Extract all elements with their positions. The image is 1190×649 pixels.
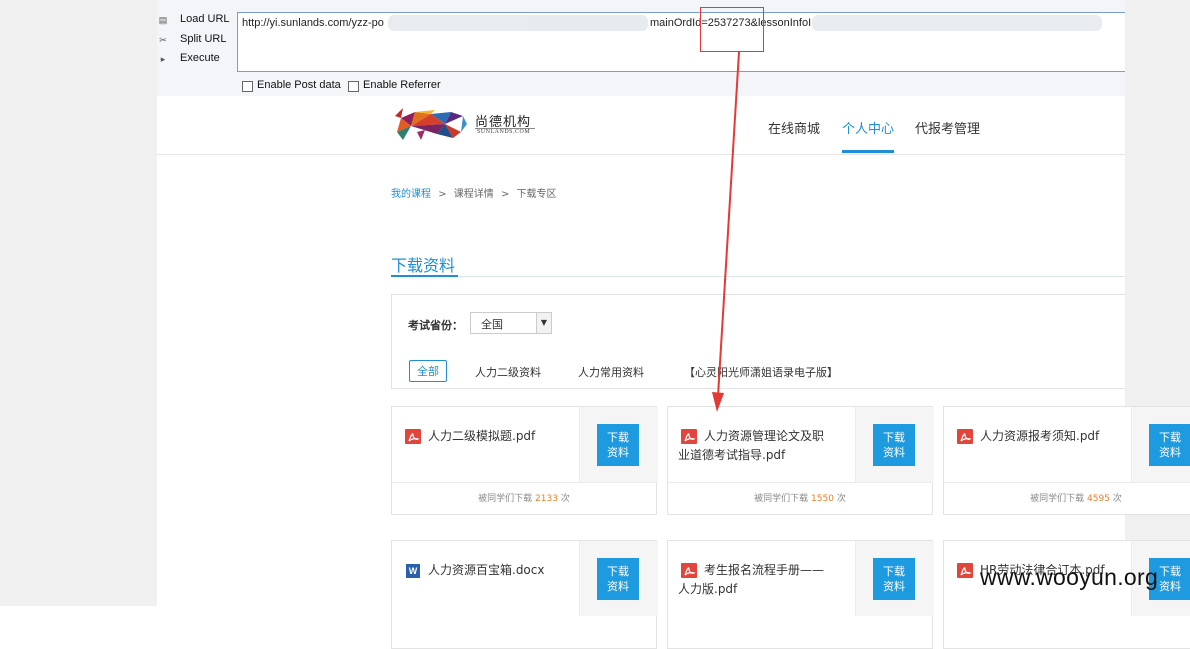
annotation-arrow bbox=[712, 51, 740, 412]
watermark: www.wooyun.org bbox=[980, 564, 1159, 590]
